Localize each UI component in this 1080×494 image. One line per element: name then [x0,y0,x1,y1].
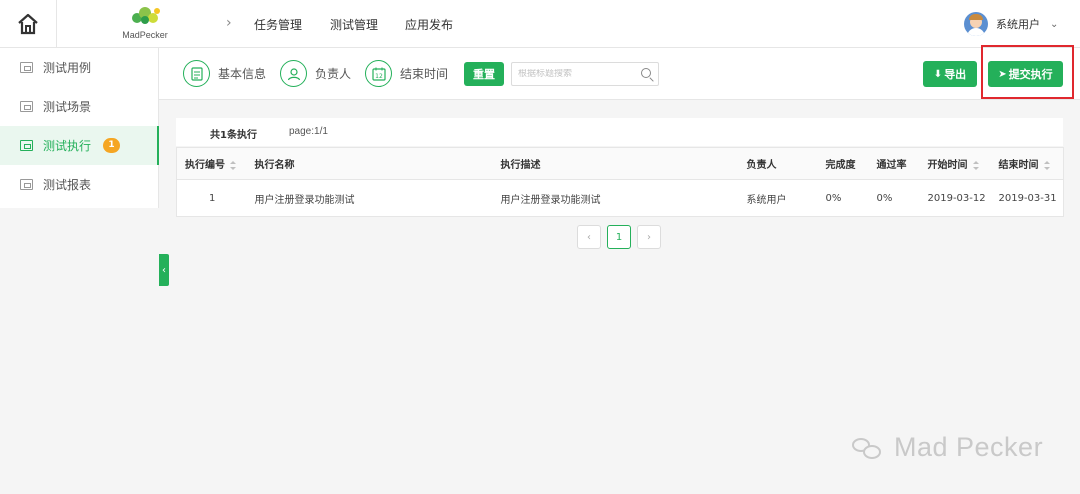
search-input[interactable] [518,69,636,79]
user-name: 系统用户 [996,18,1040,31]
table-row[interactable]: 1 用户注册登录功能测试 用户注册登录功能测试 系统用户 0% 0% 2019-… [177,180,1064,217]
sidebar-collapse-button[interactable]: ‹ [159,254,169,286]
wechat-icon [852,436,884,460]
column-header-end-time[interactable]: 结束时间 [990,147,1064,180]
home-icon [18,13,38,35]
record-count: 共1条执行 [210,130,257,141]
sort-icon[interactable] [1043,160,1050,170]
export-button[interactable]: ⬇ 导出 [923,61,977,87]
cell-pass-rate: 0% [876,192,893,204]
search-box [511,62,659,86]
watermark: Mad Pecker [852,432,1043,463]
nav-app-release[interactable]: 应用发布 [405,16,453,33]
filter-end-time[interactable]: 12 结束时间 [365,60,448,87]
chevron-right-icon: › [226,15,232,31]
svg-text:12: 12 [375,73,383,80]
sidebar: 测试用例 测试场景 测试执行 1 测试报表 [0,48,159,208]
column-header-start-time[interactable]: 开始时间 [919,147,991,180]
column-header-id[interactable]: 执行编号 [176,147,247,180]
user-menu[interactable]: 系统用户 ⌄ [964,11,1058,37]
watermark-text: Mad Pecker [894,432,1044,462]
page-button-current[interactable]: 1 [607,225,631,249]
filter-basic-info[interactable]: 基本信息 [183,60,266,87]
page-indicator: page:1/1 [289,126,328,137]
download-icon: ⬇ [933,68,943,80]
sort-icon[interactable] [230,160,236,170]
sort-icon[interactable] [972,160,979,170]
cell-id: 1 [209,192,216,204]
column-header-owner: 负责人 [738,147,818,180]
nav-test-management[interactable]: 测试管理 [330,16,378,33]
filter-label: 结束时间 [400,67,449,81]
filter-label: 基本信息 [218,67,267,81]
column-header-pass-rate: 通过率 [868,147,920,180]
cell-owner: 系统用户 [746,194,787,206]
sidebar-item-label: 测试场景 [43,100,92,114]
home-button[interactable] [0,0,57,48]
avatar [964,12,988,36]
search-icon[interactable] [641,68,651,78]
column-header-name: 执行名称 [246,147,493,180]
highlight-frame [981,45,1074,99]
sidebar-item-label: 测试报表 [43,178,92,192]
cell-end-time: 2019-03-31 [998,192,1057,204]
cell-start-time: 2019-03-12 [927,192,986,204]
prev-page-button[interactable]: ‹ [577,225,601,249]
scene-icon [20,101,33,112]
pagination: ‹ 1 › [577,225,661,249]
column-header-completion: 完成度 [817,147,869,180]
nav-task-management[interactable]: 任务管理 [254,16,302,33]
sidebar-item-test-reports[interactable]: 测试报表 [0,165,158,204]
list-summary: 共1条执行 page:1/1 [176,118,1063,146]
column-header-description: 执行描述 [492,147,739,180]
cell-name[interactable]: 用户注册登录功能测试 [247,180,493,217]
sidebar-item-test-cases[interactable]: 测试用例 [0,48,158,87]
logo-icon [132,7,160,24]
chevron-down-icon: ⌄ [1050,18,1059,30]
count-badge: 1 [103,138,121,153]
filter-toolbar: 基本信息 负责人 12 结束时间 重置 ⬇ 导出 ➤ 提交执行 [159,48,1080,100]
sidebar-item-label: 测试用例 [43,61,92,75]
sidebar-item-label: 测试执行 [43,139,92,153]
chevron-left-icon: ‹ [162,264,166,276]
next-page-button[interactable]: › [637,225,661,249]
table-header-row: 执行编号 执行名称 执行描述 负责人 完成度 通过率 开始时间 结束时间 [176,147,1064,180]
person-icon [280,60,307,87]
execute-icon [20,140,33,151]
calendar-icon: 12 [365,60,392,87]
execution-table: 执行编号 执行名称 执行描述 负责人 完成度 通过率 开始时间 结束时间 1 用… [176,147,1064,217]
app-logo[interactable]: MadPecker [110,6,180,46]
cell-completion: 0% [825,192,842,204]
sidebar-item-test-scenes[interactable]: 测试场景 [0,87,158,126]
cell-description: 用户注册登录功能测试 [500,194,601,206]
top-bar: MadPecker › 任务管理 测试管理 应用发布 系统用户 ⌄ [0,0,1080,48]
reset-button[interactable]: 重置 [464,62,504,86]
filter-owner[interactable]: 负责人 [280,60,351,87]
logo-text: MadPecker [122,30,168,40]
sidebar-item-test-execution[interactable]: 测试执行 1 [0,126,159,165]
report-icon [20,179,33,190]
filter-label: 负责人 [315,67,352,81]
export-label: 导出 [944,68,967,81]
code-icon [20,62,33,73]
document-icon [183,60,210,87]
